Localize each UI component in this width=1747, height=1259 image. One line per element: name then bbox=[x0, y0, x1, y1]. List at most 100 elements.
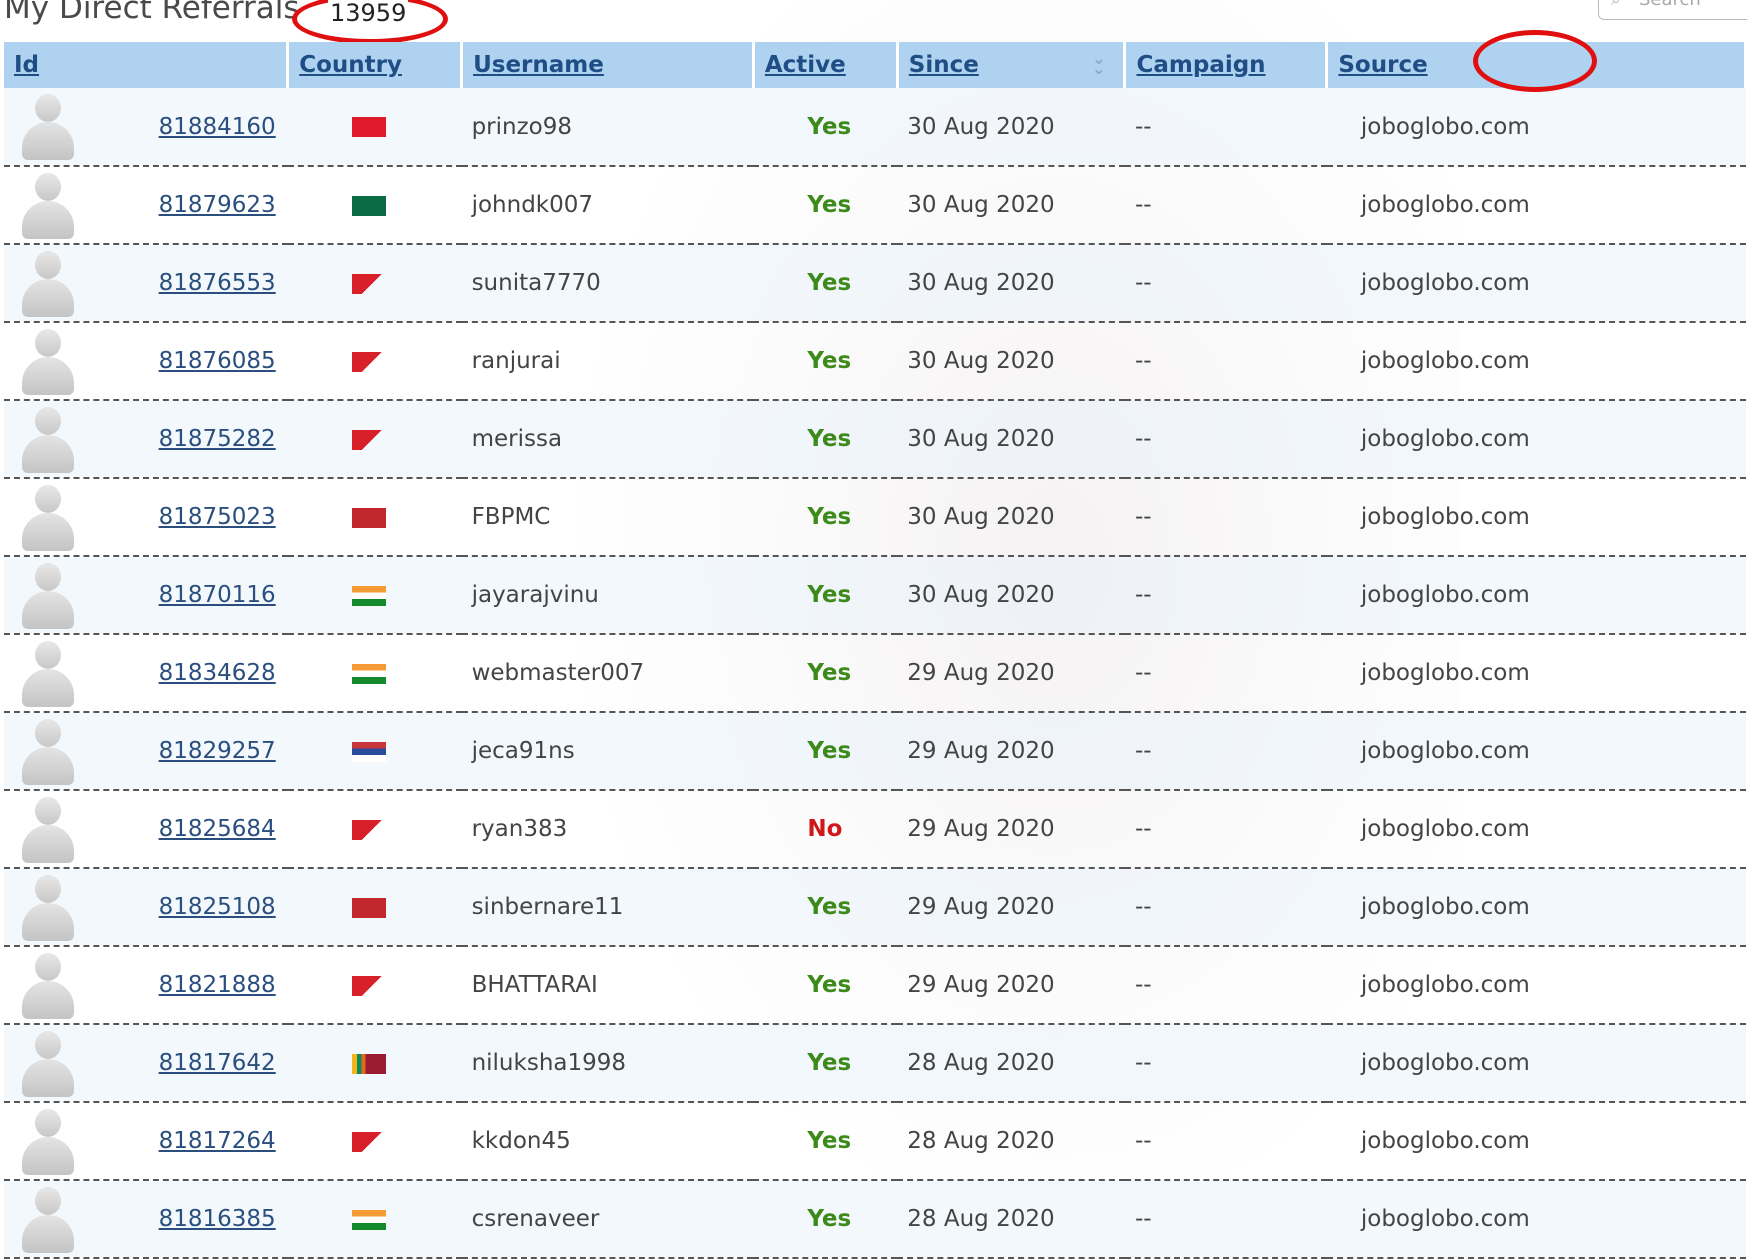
avatar bbox=[18, 405, 76, 475]
source-cell: joboglobo.com bbox=[1326, 790, 1746, 869]
username-cell: merissa bbox=[461, 400, 754, 479]
column-header-username[interactable]: Username bbox=[461, 42, 755, 88]
username-cell: sunita7770 bbox=[461, 244, 754, 323]
table-row: 81876085 ranjurai Yes 30 Aug 2020 -- joboglob… bbox=[4, 322, 1746, 401]
since-date: 29 Aug 2020 bbox=[897, 946, 1125, 1025]
search-icon: ⌕ bbox=[1611, 0, 1621, 10]
country-cell bbox=[287, 322, 462, 401]
campaign-cell: -- bbox=[1124, 790, 1327, 869]
active-status: Yes bbox=[753, 322, 898, 401]
avatar bbox=[18, 639, 76, 709]
active-status: Yes bbox=[753, 556, 898, 635]
id-cell: 81825684 bbox=[4, 790, 288, 869]
username-cell: prinzo98 bbox=[461, 88, 754, 167]
active-status: Yes bbox=[753, 478, 898, 557]
country-cell bbox=[287, 1102, 462, 1181]
since-date: 30 Aug 2020 bbox=[897, 322, 1125, 401]
id-cell: 81817642 bbox=[4, 1024, 288, 1103]
country-cell bbox=[287, 478, 462, 557]
table-row: 81825108 sinbernare11 Yes 29 Aug 2020 -- jobo… bbox=[4, 868, 1746, 947]
nepal-flag bbox=[351, 975, 386, 996]
country-cell bbox=[287, 556, 462, 635]
username-cell: ryan383 bbox=[461, 790, 754, 869]
column-header-country[interactable]: Country bbox=[287, 42, 464, 88]
active-status: Yes bbox=[753, 946, 898, 1025]
source-cell: joboglobo.com bbox=[1326, 556, 1746, 635]
username-cell: ranjurai bbox=[461, 322, 754, 401]
source-cell: joboglobo.com bbox=[1326, 478, 1746, 557]
column-header-since[interactable]: Since ⌄ ⌄ bbox=[897, 42, 1127, 88]
id-cell: 81829257 bbox=[4, 712, 288, 791]
avatar bbox=[18, 795, 76, 865]
username-cell: johndk007 bbox=[461, 166, 754, 245]
active-status: No bbox=[753, 790, 898, 869]
campaign-cell: -- bbox=[1124, 712, 1327, 791]
source-cell: joboglobo.com bbox=[1326, 1024, 1746, 1103]
country-cell bbox=[287, 868, 462, 947]
username-cell: jeca91ns bbox=[461, 712, 754, 791]
morocco-flag bbox=[351, 507, 386, 528]
source-cell: joboglobo.com bbox=[1326, 400, 1746, 479]
serbia-flag bbox=[351, 741, 386, 762]
source-cell: joboglobo.com bbox=[1326, 634, 1746, 713]
active-status: Yes bbox=[753, 712, 898, 791]
source-cell: joboglobo.com bbox=[1326, 166, 1746, 245]
country-cell bbox=[287, 1024, 462, 1103]
column-header-campaign[interactable]: Campaign bbox=[1124, 42, 1329, 88]
country-cell bbox=[287, 790, 462, 869]
country-cell bbox=[287, 400, 462, 479]
since-date: 29 Aug 2020 bbox=[897, 712, 1125, 791]
active-status: Yes bbox=[753, 1180, 898, 1259]
table-row: 81834628 webmaster007 Yes 29 Aug 2020 -- jobo… bbox=[4, 634, 1746, 713]
campaign-cell: -- bbox=[1124, 1180, 1327, 1259]
country-cell bbox=[287, 712, 462, 791]
avatar bbox=[18, 561, 76, 631]
campaign-cell: -- bbox=[1124, 400, 1327, 479]
avatar bbox=[18, 483, 76, 553]
country-cell bbox=[287, 88, 462, 167]
table-row: 81817264 kkdon45 Yes 28 Aug 2020 -- joboglobo… bbox=[4, 1102, 1746, 1181]
avatar bbox=[18, 1029, 76, 1099]
since-date: 30 Aug 2020 bbox=[897, 478, 1125, 557]
table-row: 81884160 prinzo98 Yes 30 Aug 2020 -- joboglob… bbox=[4, 88, 1746, 167]
campaign-cell: -- bbox=[1124, 244, 1327, 323]
id-cell: 81821888 bbox=[4, 946, 288, 1025]
username-cell: sinbernare11 bbox=[461, 868, 754, 947]
column-header-id[interactable]: Id bbox=[4, 42, 290, 88]
search-input[interactable]: ⌕ Search bbox=[1598, 0, 1747, 20]
india-flag bbox=[351, 585, 386, 606]
since-date: 30 Aug 2020 bbox=[897, 166, 1125, 245]
referral-count: 13959 bbox=[328, 0, 409, 27]
active-status: Yes bbox=[753, 88, 898, 167]
page-title: My Direct Referrals bbox=[4, 0, 300, 26]
avatar bbox=[18, 92, 76, 162]
table-row: 81816385 csrenaveer Yes 28 Aug 2020 -- jobogl… bbox=[4, 1180, 1746, 1259]
sort-descending-icon[interactable]: ⌄ ⌄ bbox=[1092, 51, 1105, 77]
campaign-cell: -- bbox=[1124, 1102, 1327, 1181]
username-cell: jayarajvinu bbox=[461, 556, 754, 635]
campaign-cell: -- bbox=[1124, 1024, 1327, 1103]
active-status: Yes bbox=[753, 244, 898, 323]
source-cell: joboglobo.com bbox=[1326, 322, 1746, 401]
referrals-table: Id Country Username Active Since ⌄ ⌄ Campa… bbox=[4, 42, 1747, 1259]
title-bar: My Direct Referrals 13959 ⌕ Search bbox=[0, 0, 1747, 44]
since-date: 30 Aug 2020 bbox=[897, 244, 1125, 323]
sri-lanka-flag bbox=[351, 1053, 386, 1074]
nepal-flag bbox=[351, 819, 386, 840]
active-status: Yes bbox=[753, 400, 898, 479]
username-cell: csrenaveer bbox=[461, 1180, 754, 1259]
tunisia-flag bbox=[351, 117, 386, 137]
campaign-cell: -- bbox=[1124, 556, 1327, 635]
campaign-cell: -- bbox=[1124, 634, 1327, 713]
column-header-active[interactable]: Active bbox=[753, 42, 899, 88]
india-flag bbox=[351, 663, 386, 684]
country-cell bbox=[287, 166, 462, 245]
since-date: 30 Aug 2020 bbox=[897, 556, 1125, 635]
active-status: Yes bbox=[753, 634, 898, 713]
id-cell: 81816385 bbox=[4, 1180, 288, 1259]
avatar bbox=[18, 327, 76, 397]
since-date: 28 Aug 2020 bbox=[897, 1180, 1125, 1259]
source-cell: joboglobo.com bbox=[1326, 1180, 1746, 1259]
avatar bbox=[18, 873, 76, 943]
table-row: 81821888 BHATTARAI Yes 29 Aug 2020 -- joboglo… bbox=[4, 946, 1746, 1025]
